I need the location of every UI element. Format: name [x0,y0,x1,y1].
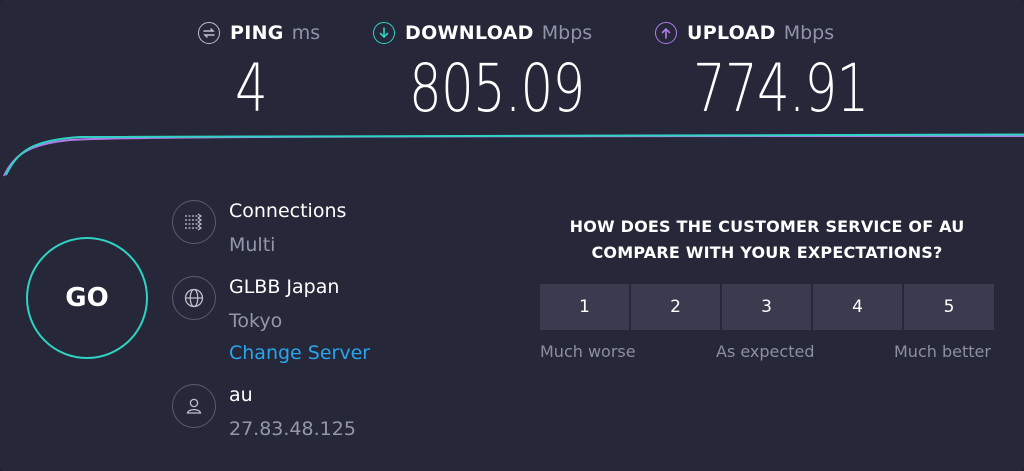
survey-question: HOW DOES THE CUSTOMER SERVICE OF AU COMP… [540,214,994,266]
rating-5-button[interactable]: 5 [904,284,994,330]
user-icon [172,384,216,428]
scale-mid-label: As expected [716,342,815,361]
globe-icon [172,276,216,320]
download-label: DOWNLOAD [405,22,534,44]
speedtest-panel: PING ms 4 DOWNLOAD Mbps 805.09 UPLOAD Mb… [0,0,1024,471]
upload-unit: Mbps [783,22,835,44]
connections-value: Multi [229,234,276,256]
rating-4-button[interactable]: 4 [813,284,902,330]
server-location: Tokyo [229,310,283,332]
change-server-link[interactable]: Change Server [229,342,370,364]
download-metric: DOWNLOAD Mbps 805.09 [373,18,593,122]
speed-graph [3,133,1024,177]
scale-low-label: Much worse [540,342,636,361]
scale-high-label: Much better [894,342,991,361]
survey-question-line-1: HOW DOES THE CUSTOMER SERVICE OF AU [569,217,965,236]
connections-icon[interactable] [172,200,216,244]
upload-label: UPLOAD [687,22,776,44]
ping-icon [198,22,220,44]
ping-label: PING [230,22,284,44]
isp-ip: 27.83.48.125 [229,418,356,440]
upload-metric: UPLOAD Mbps 774.91 [655,18,869,122]
upload-icon [655,22,677,44]
rating-buttons: 1 2 3 4 5 [540,284,994,330]
upload-value: 774.91 [693,50,869,127]
rating-1-button[interactable]: 1 [540,284,629,330]
download-unit: Mbps [541,22,593,44]
connections-title: Connections [229,200,347,222]
download-value: 805.09 [409,50,585,127]
rating-2-button[interactable]: 2 [631,284,720,330]
rating-3-button[interactable]: 3 [722,284,811,330]
go-button[interactable]: GO [26,237,148,359]
ping-value: 4 [235,50,268,127]
download-icon [373,22,395,44]
ping-unit: ms [291,22,321,44]
server-name: GLBB Japan [229,276,340,298]
ping-metric: PING ms 4 [198,18,321,122]
isp-name: au [229,384,253,406]
survey-question-line-2: COMPARE WITH YOUR EXPECTATIONS? [591,243,943,262]
